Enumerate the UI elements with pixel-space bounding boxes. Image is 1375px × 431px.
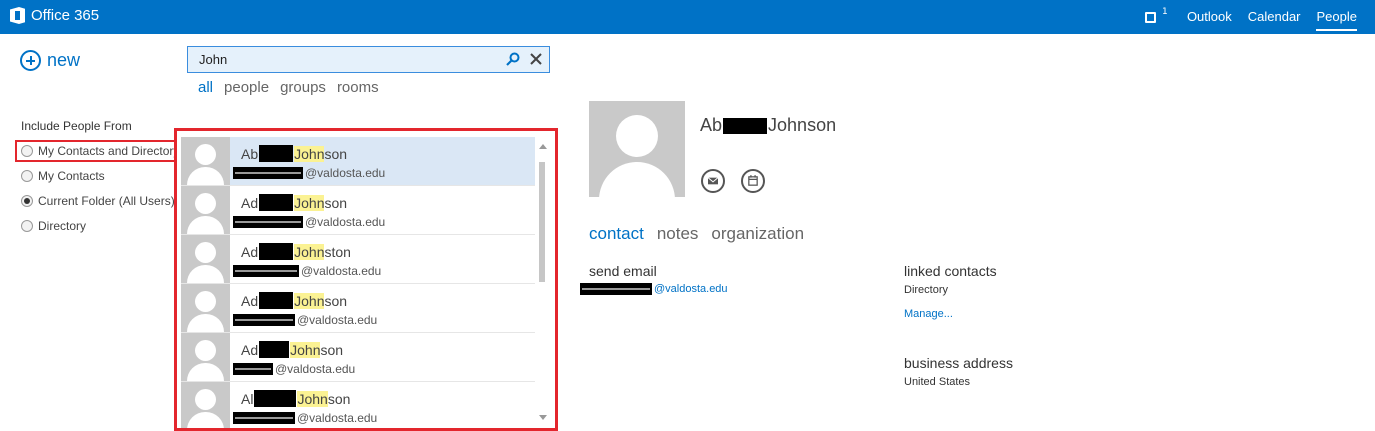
include-option-label: Directory: [38, 219, 87, 233]
tab-notes[interactable]: notes: [657, 224, 699, 244]
new-label: new: [47, 50, 81, 70]
plus-circle-icon: [20, 50, 41, 71]
redacted-block: [259, 145, 294, 162]
result-row[interactable]: Ad John son @valdosta.edu: [181, 284, 535, 333]
scroll-up-arrow-icon[interactable]: [539, 144, 547, 149]
nav-people[interactable]: People: [1317, 9, 1357, 24]
include-option-current-folder[interactable]: Current Folder (All Users): [21, 194, 175, 208]
avatar: [181, 186, 230, 234]
office-logo-icon: [10, 7, 25, 24]
linked-contacts-value: Directory: [904, 284, 949, 296]
redacted-block: [233, 216, 303, 228]
avatar: [181, 137, 230, 185]
top-bar: Office 365 1 Outlook Calendar People: [0, 0, 1375, 34]
avatar: [181, 284, 230, 332]
result-row[interactable]: Ad John son @valdosta.edu: [181, 186, 535, 235]
redacted-block: [259, 194, 294, 211]
office365-brand[interactable]: Office 365: [10, 7, 99, 24]
result-name: Ad John son: [241, 292, 348, 309]
redacted-block: [233, 167, 303, 179]
results-list: Ab John son @valdosta.edu Ad John son @valdo…: [181, 137, 535, 428]
result-email: @valdosta.edu: [233, 264, 381, 278]
nav-outlook[interactable]: Outlook: [1187, 9, 1232, 24]
redacted-block: [259, 292, 294, 309]
results-list-panel: Ab John son @valdosta.edu Ad John son @valdo…: [174, 128, 558, 431]
result-row[interactable]: Al John son @valdosta.edu: [181, 382, 535, 428]
new-contact-button[interactable]: new: [20, 50, 80, 71]
result-name: Ab John son: [241, 145, 348, 162]
contact-email-link[interactable]: @valdosta.edu: [580, 283, 728, 295]
send-email-label: send email: [589, 263, 657, 279]
radio-button[interactable]: [21, 170, 33, 182]
filter-rooms[interactable]: rooms: [337, 79, 379, 96]
radio-button[interactable]: [21, 195, 33, 207]
result-name: Ad John son: [241, 341, 344, 358]
tab-organization[interactable]: organization: [711, 224, 804, 244]
calendar-icon[interactable]: [741, 169, 765, 193]
scroll-down-arrow-icon[interactable]: [539, 415, 547, 420]
filter-groups[interactable]: groups: [280, 79, 326, 96]
include-option-directory[interactable]: Directory: [21, 219, 86, 233]
close-icon[interactable]: [529, 52, 543, 66]
result-row[interactable]: Ad John son @valdosta.edu: [181, 333, 535, 382]
search-icon[interactable]: [506, 52, 520, 66]
mail-icon[interactable]: [701, 169, 725, 193]
filter-all[interactable]: all: [198, 79, 213, 96]
redacted-block: [233, 412, 295, 424]
redacted-block: [259, 243, 294, 260]
notification-count: 1: [1162, 7, 1168, 17]
avatar: [181, 382, 230, 428]
include-option-my-contacts[interactable]: My Contacts: [21, 169, 105, 183]
result-row[interactable]: Ad John ston @valdosta.edu: [181, 235, 535, 284]
result-email: @valdosta.edu: [233, 313, 377, 327]
contact-photo: [589, 101, 685, 197]
filter-people[interactable]: people: [224, 79, 269, 96]
result-email: @valdosta.edu: [233, 362, 355, 376]
search-input[interactable]: [188, 47, 488, 72]
radio-button[interactable]: [21, 220, 33, 232]
business-address-label: business address: [904, 355, 1013, 371]
include-option-label: Current Folder (All Users): [38, 194, 175, 208]
result-name: Ad John ston: [241, 243, 351, 260]
nav-active-indicator: [1316, 29, 1357, 31]
redacted-block: [233, 363, 273, 375]
include-people-title: Include People From: [21, 119, 132, 133]
app-nav: Outlook Calendar People: [1187, 9, 1357, 24]
result-email: @valdosta.edu: [233, 166, 385, 180]
redacted-block: [254, 390, 297, 407]
redacted-block: [233, 265, 299, 277]
nav-calendar[interactable]: Calendar: [1248, 9, 1301, 24]
search-filters: all people groups rooms: [198, 79, 379, 96]
results-scrollbar[interactable]: [536, 137, 550, 422]
business-address-value: United States: [904, 376, 971, 388]
avatar: [181, 333, 230, 381]
include-option-label: My Contacts: [38, 169, 105, 183]
result-email: @valdosta.edu: [233, 411, 377, 425]
redacted-block: [580, 283, 652, 295]
tab-contact[interactable]: contact: [589, 224, 644, 244]
contact-tabs: contact notes organization: [589, 224, 804, 244]
notification-icon: [1145, 12, 1156, 23]
result-name: Ad John son: [241, 194, 348, 211]
result-row[interactable]: Ab John son @valdosta.edu: [181, 137, 535, 186]
result-email: @valdosta.edu: [233, 215, 385, 229]
redacted-block: [259, 341, 290, 358]
redacted-block: [723, 117, 768, 134]
brand-name: Office 365: [31, 7, 100, 24]
contact-name: Ab Johnson: [700, 115, 837, 135]
annotation-highlight-box: [15, 140, 177, 162]
linked-contacts-label: linked contacts: [904, 263, 997, 279]
manage-link[interactable]: Manage...: [904, 308, 953, 320]
redacted-block: [233, 314, 295, 326]
result-name: Al John son: [241, 390, 351, 407]
avatar: [181, 235, 230, 283]
scrollbar-thumb[interactable]: [539, 162, 545, 282]
search-box: [187, 46, 550, 73]
